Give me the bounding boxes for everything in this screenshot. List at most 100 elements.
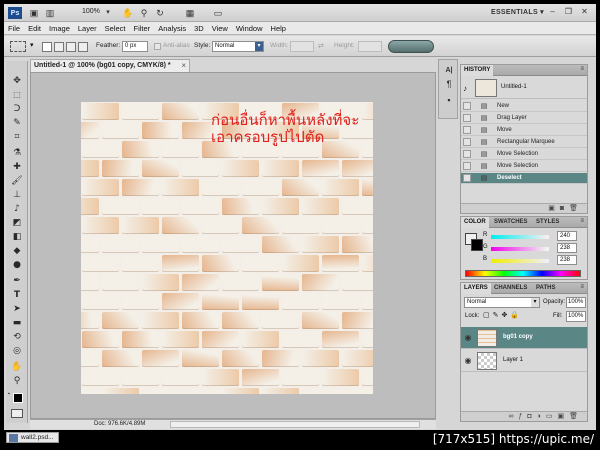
- crop-tool-icon[interactable]: ⌗: [9, 131, 25, 143]
- zoom-icon[interactable]: ⚲: [138, 7, 150, 19]
- antialias-checkbox[interactable]: [154, 43, 161, 50]
- menu-edit[interactable]: Edit: [24, 22, 45, 35]
- blue-track[interactable]: [491, 259, 549, 263]
- history-item[interactable]: ▤ Drag Layer: [461, 113, 587, 124]
- green-slider[interactable]: G 238: [483, 243, 583, 255]
- intersect-selection-icon[interactable]: [78, 42, 88, 52]
- rotate-icon[interactable]: ↻: [154, 7, 166, 19]
- history-item[interactable]: ▤ Rectangular Marquee: [461, 137, 587, 148]
- link-icon[interactable]: ∞: [508, 413, 518, 420]
- refine-edge-button[interactable]: [388, 40, 434, 53]
- fill-input[interactable]: 100%: [566, 311, 586, 322]
- quick-mask-icon[interactable]: [11, 409, 23, 418]
- menu-help[interactable]: Help: [267, 22, 290, 35]
- marquee-tool-icon[interactable]: ⬚: [9, 89, 25, 101]
- tab-channels[interactable]: CHANNELS: [491, 283, 530, 294]
- history-item[interactable]: ▤ New: [461, 101, 587, 112]
- adjustment-icon[interactable]: ◑: [537, 413, 546, 420]
- history-snapshot[interactable]: ♪ Untitled-1: [461, 77, 587, 99]
- new-selection-icon[interactable]: [42, 42, 52, 52]
- new-layer-icon[interactable]: ▣: [557, 413, 569, 420]
- tab-swatches[interactable]: SWATCHES: [491, 217, 531, 228]
- menu-window[interactable]: Window: [232, 22, 267, 35]
- menu-analysis[interactable]: Analysis: [154, 22, 190, 35]
- history-item[interactable]: ▤ Deselect: [461, 173, 587, 184]
- clone-stamp-icon[interactable]: ⊥: [9, 189, 25, 201]
- green-value[interactable]: 238: [557, 243, 577, 253]
- history-item[interactable]: ▤ Move Selection: [461, 149, 587, 160]
- minimized-file-chip[interactable]: wall2.psd...: [6, 432, 59, 443]
- minimize-icon[interactable]: –: [547, 7, 558, 18]
- red-value[interactable]: 240: [557, 231, 577, 241]
- tab-paths[interactable]: PATHS: [533, 283, 558, 294]
- tab-styles[interactable]: STYLES: [533, 217, 562, 228]
- blend-mode-select[interactable]: Normal ▾: [464, 297, 540, 308]
- minibridge-icon[interactable]: ▥: [44, 7, 56, 19]
- type-tool-icon[interactable]: T: [9, 289, 25, 301]
- folder-icon[interactable]: ▭: [546, 413, 558, 420]
- subtract-selection-icon[interactable]: [66, 42, 76, 52]
- eyedropper-icon[interactable]: ⚗: [9, 147, 25, 159]
- panel-menu-icon[interactable]: ≡: [580, 218, 584, 224]
- mask-icon[interactable]: ◘: [527, 413, 536, 420]
- feather-input[interactable]: 0 px: [122, 41, 148, 52]
- screen-mode-icon[interactable]: ▭: [212, 7, 224, 19]
- style-select[interactable]: Normal ▾: [212, 41, 264, 52]
- dodge-tool-icon[interactable]: ●: [9, 259, 25, 271]
- pen-tool-icon[interactable]: ✒: [9, 275, 25, 287]
- history-brush-icon[interactable]: ♪: [9, 203, 25, 215]
- panel-menu-icon[interactable]: ≡: [580, 66, 584, 72]
- menu-file[interactable]: File: [4, 22, 24, 35]
- visibility-eye-icon[interactable]: ◉: [463, 333, 473, 343]
- history-source-checkbox[interactable]: [463, 138, 471, 146]
- tab-color[interactable]: COLOR: [461, 217, 489, 228]
- history-source-checkbox[interactable]: [463, 174, 471, 182]
- history-item[interactable]: ▤ Move: [461, 125, 587, 136]
- zoom-tool-icon[interactable]: ⚲: [9, 375, 25, 387]
- history-source-checkbox[interactable]: [463, 126, 471, 134]
- color-spectrum-ramp[interactable]: [465, 270, 581, 277]
- history-source-checkbox[interactable]: [463, 150, 471, 158]
- shape-tool-icon[interactable]: ▬: [9, 317, 25, 329]
- brick-wall-canvas[interactable]: ก่อนอื่นก็หาพื้นหลังที่จะเอาครอบรูปไปตัด: [81, 102, 373, 394]
- menu-view[interactable]: View: [208, 22, 232, 35]
- gradient-tool-icon[interactable]: ◧: [9, 231, 25, 243]
- new-document-icon[interactable]: ▣: [548, 205, 560, 212]
- bridge-icon[interactable]: ▣: [28, 7, 40, 19]
- hand-tool-icon[interactable]: ✋: [9, 361, 25, 373]
- move-tool-icon[interactable]: ✥: [9, 75, 25, 87]
- restore-icon[interactable]: ❐: [563, 7, 574, 18]
- foreground-color-swatch[interactable]: [13, 393, 23, 403]
- opacity-input[interactable]: 100%: [566, 297, 586, 308]
- chevron-down-icon[interactable]: ▾: [30, 41, 34, 53]
- trash-icon[interactable]: 🗑: [569, 205, 583, 212]
- close-icon[interactable]: ✕: [579, 7, 590, 18]
- blue-value[interactable]: 238: [557, 255, 577, 265]
- visibility-eye-icon[interactable]: ◉: [463, 356, 473, 366]
- quick-selection-icon[interactable]: ✎: [9, 117, 25, 129]
- character-icon[interactable]: A|: [442, 64, 456, 77]
- background-color-swatch[interactable]: [471, 239, 483, 251]
- close-icon[interactable]: ×: [181, 61, 186, 70]
- blue-slider[interactable]: B 238: [483, 255, 583, 267]
- brush-tool-icon[interactable]: 🖌: [9, 175, 25, 187]
- eraser-tool-icon[interactable]: ◩: [9, 217, 25, 229]
- tab-layers[interactable]: LAYERS: [461, 283, 491, 294]
- default-colors-icon[interactable]: ▪: [8, 391, 10, 397]
- layer-row[interactable]: ◉ bg01 copy: [461, 327, 587, 349]
- menu-filter[interactable]: Filter: [130, 22, 155, 35]
- camera-icon[interactable]: ◙: [560, 205, 569, 212]
- menu-layer[interactable]: Layer: [74, 22, 101, 35]
- menu-3d[interactable]: 3D: [190, 22, 208, 35]
- history-item[interactable]: ▤ Move Selection: [461, 161, 587, 172]
- tab-history[interactable]: HISTORY: [461, 65, 494, 76]
- history-source-checkbox[interactable]: [463, 102, 471, 110]
- history-source-checkbox[interactable]: [463, 162, 471, 170]
- path-selection-icon[interactable]: ➤: [9, 303, 25, 315]
- lock-options-icon[interactable]: ▢✎✥🔒: [483, 311, 522, 319]
- 3d-rotate-icon[interactable]: ⟲: [9, 331, 25, 343]
- workspace-switcher[interactable]: ESSENTIALS ▾: [491, 8, 544, 16]
- menu-image[interactable]: Image: [45, 22, 74, 35]
- history-source-checkbox[interactable]: [463, 114, 471, 122]
- green-track[interactable]: [491, 247, 549, 251]
